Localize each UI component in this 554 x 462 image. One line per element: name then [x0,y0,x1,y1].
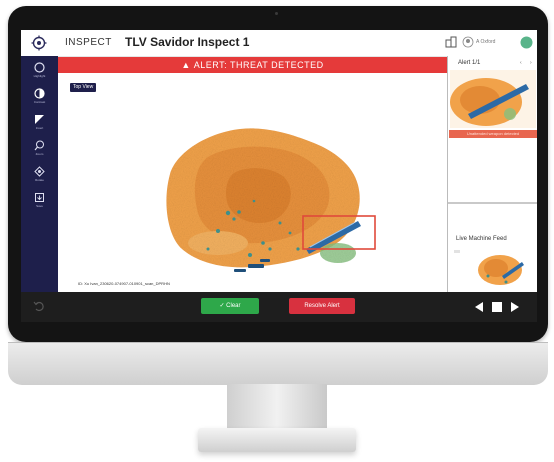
webcam [275,12,278,15]
prev-alert-icon[interactable]: ‹ [520,60,522,66]
stop-icon[interactable] [491,301,503,313]
baggage-contents [166,128,360,268]
highlight-icon [34,62,45,73]
zoom-icon [34,140,44,151]
invert-icon [35,115,44,124]
user-avatar-icon[interactable] [462,36,474,48]
xray-scan-image[interactable] [58,73,447,292]
app-screen: INSPECT TLV Savidor Inspect 1 A Oxford H… [21,30,537,322]
live-feed-title: Live Machine Feed [456,236,507,242]
panel-divider [448,202,537,204]
live-feed-thumbnail[interactable] [450,246,536,292]
scan-id: ID: Xu Ivan_230620-074907-010901_scan_DP… [78,281,170,286]
tool-rotate[interactable]: Rotate [25,166,54,188]
clear-button[interactable]: ✓ Clear [201,298,259,314]
undo-icon[interactable] [33,300,45,312]
tool-sidebar: Highlight Contrast Invert Zoom Rotate Sa… [21,56,58,292]
contrast-icon [34,88,45,99]
tool-save[interactable]: Save [25,192,54,214]
alert-banner-text: ▲ ALERT: THREAT DETECTED [58,60,447,70]
tool-label: Save [36,204,43,208]
warning-icon: ▲ [181,60,194,70]
alert-type-text: Unattended weapon detected [466,131,520,136]
tool-invert[interactable]: Invert [25,114,54,136]
status-indicator-icon [520,36,533,49]
action-bar: ✓ Clear Resolve Alert [21,292,537,322]
resolve-alert-button[interactable]: Resolve Alert [289,298,355,314]
tool-label: Invert [35,126,44,130]
building-icon[interactable] [445,36,457,48]
app-header: INSPECT TLV Savidor Inspect 1 A Oxford [21,30,537,57]
alert-side-panel: Alert 1/1 ‹ › Unattended weapon detected… [447,56,537,292]
alert-banner-label: ALERT: THREAT DETECTED [193,60,324,70]
threat-alert-banner: ▲ ALERT: THREAT DETECTED [58,57,447,73]
monitor-stand-neck [227,384,327,430]
tool-label: Highlight [33,74,46,78]
app-logo-icon [31,35,47,51]
alert-type-strip: Unattended weapon detected [449,130,537,138]
user-name[interactable]: A Oxford [476,39,495,45]
tool-label: Contrast [33,100,46,104]
view-label: Top View [70,83,97,92]
app-name: INSPECT [65,37,112,48]
tool-label: Zoom [35,152,44,156]
lane-title: TLV Savidor Inspect 1 [125,35,250,49]
clear-button-label: Clear [226,303,241,309]
tool-contrast[interactable]: Contrast [25,88,54,110]
monitor-stand-base [198,428,356,452]
next-icon[interactable] [509,301,521,313]
monitor-chin [8,342,548,385]
tool-zoom[interactable]: Zoom [25,140,54,162]
xray-viewer[interactable]: Top View ID: Xu Ivan_230620-074907-01090… [58,73,447,292]
alert-thumbnail[interactable] [450,70,536,128]
tool-highlight[interactable]: Highlight [25,62,54,84]
rotate-icon [34,166,45,177]
resolve-button-label: Resolve Alert [304,303,340,309]
alert-count-title: Alert 1/1 [458,60,481,66]
previous-icon[interactable] [473,301,485,313]
tool-label: Rotate [35,178,44,182]
next-alert-icon[interactable]: › [530,60,532,66]
save-icon [35,193,44,202]
